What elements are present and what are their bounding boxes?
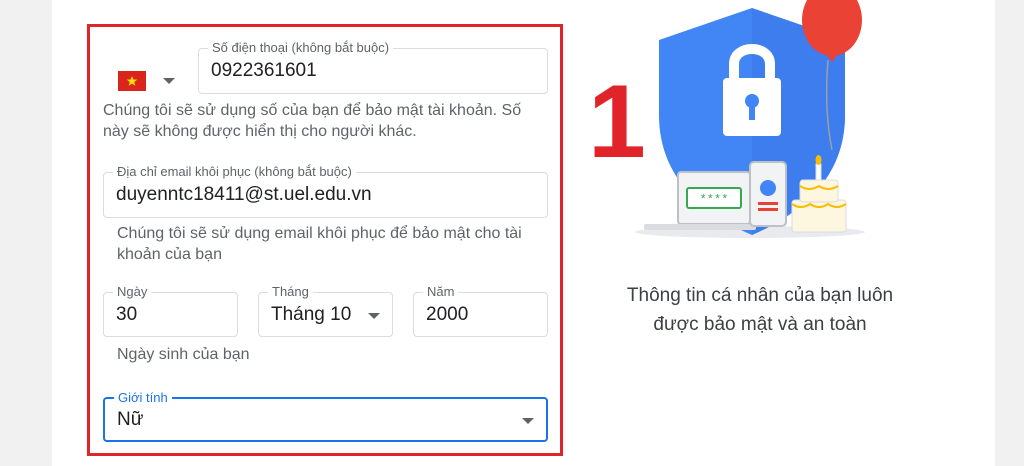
birthday-day-label: Ngày (113, 284, 152, 300)
vietnam-flag-icon[interactable] (118, 71, 146, 91)
phone-hint: Chúng tôi sẽ sử dụng số của bạn để bảo m… (103, 100, 521, 142)
security-caption: Thông tin cá nhân của bạn luôn được bảo … (600, 281, 920, 339)
phone-field-label: Số điện thoại (không bắt buộc) (208, 40, 394, 56)
birthday-year-label: Năm (423, 284, 459, 300)
gender-select[interactable]: Giới tính Nữ (103, 390, 548, 442)
phone-hint-line-2: này sẽ không được hiển thị cho người khá… (103, 123, 417, 140)
phone-icon (749, 161, 787, 227)
laptop-icon: **** (644, 171, 756, 230)
security-illustration: **** (635, 0, 865, 238)
phone-hint-line-1: Chúng tôi sẽ sử dụng số của bạn để bảo m… (103, 102, 522, 119)
country-chevron-down-icon[interactable] (163, 78, 175, 84)
birthday-day-value[interactable]: 30 (116, 304, 137, 326)
password-mask: **** (700, 193, 729, 207)
birthday-hint: Ngày sinh của bạn (117, 346, 250, 363)
recovery-email-value[interactable]: duyenntc18411@st.uel.edu.vn (116, 184, 372, 206)
month-chevron-down-icon (368, 313, 380, 319)
star-icon (126, 76, 138, 86)
birthday-year-value[interactable]: 2000 (426, 304, 468, 326)
recovery-email-label: Địa chỉ email khôi phục (không bắt buộc) (113, 164, 356, 180)
recovery-email-field[interactable]: Địa chỉ email khôi phục (không bắt buộc)… (103, 164, 548, 218)
birthday-month-label: Tháng (268, 284, 313, 300)
birthday-month-select[interactable]: Tháng Tháng 10 (258, 284, 393, 337)
caption-line-1: Thông tin cá nhân của bạn luôn (626, 285, 894, 306)
recovery-email-hint-line-2: khoản của bạn (117, 246, 222, 263)
phone-value[interactable]: 0922361601 (211, 60, 317, 82)
phone-field[interactable]: Số điện thoại (không bắt buộc) 092236160… (198, 40, 548, 94)
recovery-email-hint-line-1: Chúng tôi sẽ sử dụng email khôi phục để … (117, 225, 522, 242)
birthday-month-value: Tháng 10 (271, 304, 352, 325)
birthday-year-field[interactable]: Năm 2000 (413, 284, 548, 337)
gender-value: Nữ (117, 409, 144, 430)
recovery-email-hint: Chúng tôi sẽ sử dụng email khôi phục để … (117, 223, 522, 265)
birthday-day-field[interactable]: Ngày 30 (103, 284, 238, 337)
gender-label: Giới tính (114, 390, 172, 406)
gender-chevron-down-icon (522, 418, 534, 424)
caption-line-2: được bảo mật và an toàn (653, 314, 867, 335)
